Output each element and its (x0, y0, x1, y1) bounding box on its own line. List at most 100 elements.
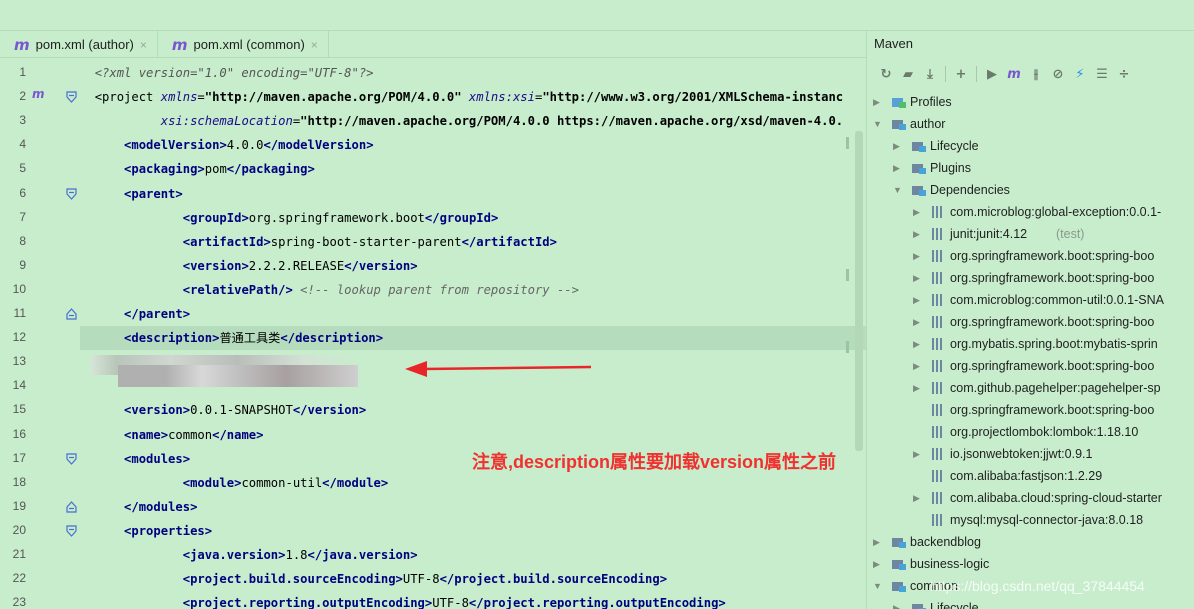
maven-tree-item[interactable]: ▶ io.jsonwebtoken:jjwt:0.9.1 (867, 443, 1194, 465)
chevron-right-icon[interactable]: ▶ (913, 267, 923, 289)
xml-tag: version (124, 403, 190, 417)
code-line[interactable]: packagingpompackaging (80, 157, 866, 181)
maven-tree-item[interactable]: ▶ org.springframework.boot:spring-boo (867, 355, 1194, 377)
skip-tests-icon[interactable]: ⊘ (1047, 63, 1069, 85)
fold-close-icon[interactable] (66, 500, 77, 513)
code-line[interactable]: properties (80, 519, 866, 543)
download-icon[interactable]: ⤓ (919, 63, 941, 85)
maven-tree-item[interactable]: ▶ com.github.pagehelper:pagehelper-sp (867, 377, 1194, 399)
code-line[interactable]: project.build.sourceEncodingUTF-8project… (80, 567, 866, 591)
maven-tree-item[interactable]: ▶ com.microblog:global-exception:0.0.1- (867, 201, 1194, 223)
fold-close-icon[interactable] (66, 308, 77, 320)
maven-tree-item[interactable]: ▶ Lifecycle (867, 597, 1194, 609)
maven-tree-item[interactable]: ▶ business-logic (867, 553, 1194, 575)
chevron-right-icon[interactable]: ▶ (913, 223, 923, 245)
fold-open-icon[interactable] (66, 187, 77, 200)
chevron-down-icon[interactable]: ▼ (893, 179, 903, 201)
lightning-icon[interactable]: ⚡ (1069, 63, 1091, 85)
library-icon (932, 360, 942, 372)
run-icon[interactable]: ▶ (981, 63, 1003, 85)
close-icon[interactable]: × (140, 38, 147, 52)
code-line[interactable]: version2.2.2.RELEASEversion (80, 254, 866, 278)
chevron-down-icon[interactable]: ▼ (873, 575, 883, 597)
chevron-right-icon[interactable]: ▶ (913, 201, 923, 223)
code-line[interactable]: description普通工具类description (80, 326, 866, 351)
code-line[interactable]: xsi:schemaLocation="http://maven.apache.… (80, 109, 866, 133)
code-line[interactable]: <project xmlns="http://maven.apache.org/… (80, 85, 866, 109)
maven-tree-item[interactable]: ▶ junit:junit:4.12 (test) (867, 223, 1194, 245)
chevron-right-icon[interactable]: ▶ (873, 91, 883, 113)
maven-gutter-icon[interactable]: m (32, 87, 45, 101)
code-line[interactable]: namecommonname (80, 423, 866, 447)
chevron-right-icon[interactable]: ▶ (873, 531, 883, 553)
code-line[interactable]: parent (80, 182, 866, 206)
toggle-offline-icon[interactable]: ⫲ (1025, 63, 1047, 85)
chevron-down-icon[interactable]: ▼ (873, 113, 883, 135)
maven-tree-item[interactable]: ▶ backendblog (867, 531, 1194, 553)
chevron-right-icon[interactable]: ▶ (913, 245, 923, 267)
chevron-right-icon[interactable]: ▶ (913, 311, 923, 333)
maven-tree-item[interactable]: ▼ author (867, 113, 1194, 135)
chevron-right-icon[interactable]: ▶ (913, 355, 923, 377)
maven-tree-item[interactable]: ▶ Plugins (867, 157, 1194, 179)
maven-tree-item[interactable]: org.springframework.boot:spring-boo (867, 399, 1194, 421)
chevron-right-icon[interactable]: ▶ (873, 553, 883, 575)
code-line[interactable]: relativePath/ <!-- lookup parent from re… (80, 278, 866, 302)
code-line[interactable]: modulecommon-utilmodule (80, 471, 866, 495)
chevron-right-icon[interactable]: ▶ (893, 135, 903, 157)
maven-tree-item[interactable]: ▼ Dependencies (867, 179, 1194, 201)
code-line[interactable]: java.version1.8java.version (80, 543, 866, 567)
code-line[interactable]: project.reporting.outputEncodingUTF-8pro… (80, 591, 866, 609)
add-icon[interactable]: + (950, 63, 972, 85)
code-line[interactable]: version0.0.1-SNAPSHOTversion (80, 398, 866, 422)
collapse-all-icon[interactable]: ☰ (1091, 63, 1113, 85)
maven-tree-label: author (910, 117, 946, 131)
maven-tree-item[interactable]: ▶ Lifecycle (867, 135, 1194, 157)
code-line[interactable]: parent (80, 302, 866, 326)
gutter-line: 5 (0, 157, 80, 181)
xml-tag: version (183, 259, 249, 273)
chevron-right-icon[interactable]: ▶ (893, 597, 903, 609)
code-line[interactable]: groupIdorg.springframework.bootgroupId (80, 206, 866, 230)
fold-open-icon[interactable] (66, 525, 77, 537)
maven-tree-item[interactable]: ▶ org.mybatis.spring.boot:mybatis-sprin (867, 333, 1194, 355)
chevron-right-icon[interactable]: ▶ (893, 157, 903, 179)
maven-tree-item[interactable]: com.alibaba:fastjson:1.2.29 (867, 465, 1194, 487)
code-line[interactable]: <?xml version="1.0" encoding="UTF-8"?> (80, 61, 866, 85)
code-line[interactable]: modelVersion4.0.0modelVersion (80, 133, 866, 157)
close-icon[interactable]: × (311, 38, 318, 52)
tab-pom-author[interactable]: m pom.xml (author) × (0, 31, 158, 58)
fold-open-icon[interactable] (66, 452, 77, 465)
refresh-icon[interactable]: ↻ (875, 63, 897, 85)
code-line[interactable]: modules (80, 495, 866, 519)
reimport-icon[interactable]: ▰ (897, 63, 919, 85)
code-line[interactable]: artifactIdspring-boot-starter-parentarti… (80, 230, 866, 254)
execute-goal-icon[interactable]: m (1003, 63, 1025, 85)
gutter-line: 14 (0, 374, 80, 398)
settings-icon[interactable]: ÷ (1113, 63, 1135, 85)
maven-tree-item[interactable]: ▶ Profiles (867, 91, 1194, 113)
library-icon (932, 492, 942, 504)
tab-pom-common[interactable]: m pom.xml (common) × (158, 31, 329, 58)
chevron-right-icon[interactable]: ▶ (913, 289, 923, 311)
xml-tag: project.reporting.outputEncoding (183, 596, 433, 609)
chevron-right-icon[interactable]: ▶ (913, 333, 923, 355)
maven-tree-label: com.microblog:global-exception:0.0.1- (950, 205, 1162, 219)
fold-open-icon[interactable] (66, 91, 77, 103)
maven-tree-item[interactable]: mysql:mysql-connector-java:8.0.18 (867, 509, 1194, 531)
chevron-right-icon[interactable]: ▶ (913, 377, 923, 399)
maven-tree-item[interactable]: ▶ org.springframework.boot:spring-boo (867, 311, 1194, 333)
maven-tree-item[interactable]: ▶ com.alibaba.cloud:spring-cloud-starter (867, 487, 1194, 509)
maven-tree-item[interactable]: org.projectlombok:lombok:1.18.10 (867, 421, 1194, 443)
editor-scrollbar[interactable] (855, 131, 863, 451)
code-area[interactable]: <?xml version="1.0" encoding="UTF-8"?> <… (80, 59, 866, 609)
maven-tree-item[interactable]: ▶ com.microblog:common-util:0.0.1-SNA (867, 289, 1194, 311)
gutter-line: 7 (0, 206, 80, 230)
chevron-right-icon[interactable]: ▶ (913, 487, 923, 509)
chevron-right-icon[interactable]: ▶ (913, 443, 923, 465)
maven-tree-item[interactable]: ▶ org.springframework.boot:spring-boo (867, 245, 1194, 267)
maven-tree-item[interactable]: ▶ org.springframework.boot:spring-boo (867, 267, 1194, 289)
